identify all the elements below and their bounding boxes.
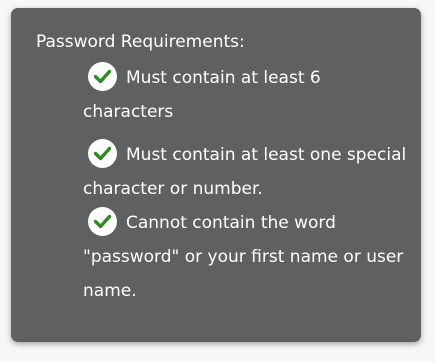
check-circle-icon (88, 138, 117, 168)
requirement-text: Must contain at least one special charac… (83, 145, 407, 199)
requirements-title: Password Requirements: (36, 32, 245, 52)
requirement-text: Must contain at least 6 characters (83, 68, 321, 122)
requirement-text: Cannot contain the word "password" or yo… (83, 213, 404, 301)
check-circle-icon (88, 206, 117, 236)
check-circle-icon (88, 61, 117, 91)
password-requirements-tooltip: Password Requirements: Must contain at l… (11, 8, 421, 342)
requirement-min-length: Must contain at least 6 characters (83, 61, 413, 129)
requirement-no-password-word: Cannot contain the word "password" or yo… (83, 206, 413, 308)
requirement-special-char: Must contain at least one special charac… (83, 138, 413, 206)
